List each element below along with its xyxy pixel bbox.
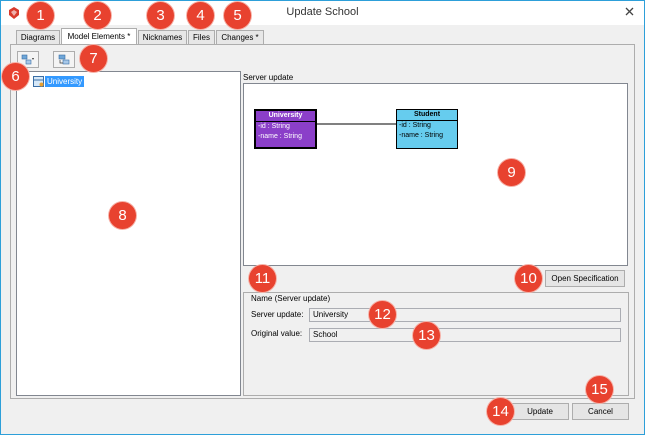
- collapse-tree-icon: [58, 54, 70, 64]
- class-university[interactable]: University -id : String -name : String: [254, 109, 317, 149]
- original-value-label: Original value:: [251, 329, 303, 338]
- callout-badge: 3: [147, 2, 174, 29]
- collapse-all-button[interactable]: [53, 51, 75, 68]
- expand-tree-icon: [21, 54, 34, 64]
- update-button[interactable]: Update: [511, 403, 569, 420]
- tab-nicknames[interactable]: Nicknames: [138, 30, 187, 45]
- details-heading: Name (Server update): [251, 294, 331, 303]
- diagram-preview: University -id : String -name : String S…: [243, 83, 628, 266]
- tree-item-university[interactable]: University: [33, 75, 85, 88]
- callout-badge: 4: [187, 2, 214, 29]
- callout-badge: 15: [586, 376, 613, 403]
- tab-diagrams[interactable]: Diagrams: [16, 30, 60, 45]
- callout-badge: 6: [2, 63, 29, 90]
- server-update-label: Server update:: [251, 310, 304, 319]
- model-element-tree[interactable]: University: [16, 71, 241, 396]
- callout-badge: 11: [249, 265, 276, 292]
- callout-badge: 5: [224, 2, 251, 29]
- callout-badge: 10: [515, 265, 542, 292]
- callout-badge: 7: [80, 45, 107, 72]
- class-attribute: -name : String: [399, 132, 443, 139]
- callout-badge: 14: [487, 398, 514, 425]
- open-specification-button[interactable]: Open Specification: [545, 270, 625, 287]
- tree-item-label: University: [45, 76, 85, 87]
- class-icon: [33, 76, 44, 87]
- class-name: Student: [397, 110, 457, 121]
- class-name: University: [256, 111, 315, 122]
- class-student[interactable]: Student -id : String -name : String: [396, 109, 458, 149]
- callout-badge: 1: [27, 2, 54, 29]
- close-icon: [625, 7, 633, 15]
- original-value-field: School: [309, 328, 621, 342]
- callout-badge: 13: [413, 322, 440, 349]
- class-attribute: -name : String: [258, 133, 302, 140]
- class-attribute: -id : String: [399, 122, 431, 129]
- callout-badge: 12: [369, 301, 396, 328]
- tab-changes[interactable]: Changes *: [216, 30, 264, 45]
- server-update-field: University: [309, 308, 621, 322]
- cancel-button[interactable]: Cancel: [572, 403, 629, 420]
- callout-badge: 2: [84, 2, 111, 29]
- callout-badge: 8: [109, 202, 136, 229]
- server-update-heading: Server update: [243, 73, 294, 82]
- tab-files[interactable]: Files: [188, 30, 215, 45]
- callout-badge: 9: [498, 159, 525, 186]
- close-button[interactable]: [618, 1, 640, 21]
- tab-model-elements[interactable]: Model Elements *: [61, 28, 137, 45]
- class-attribute: -id : String: [258, 123, 290, 130]
- update-school-dialog: Update School Diagrams Model Elements * …: [0, 0, 645, 435]
